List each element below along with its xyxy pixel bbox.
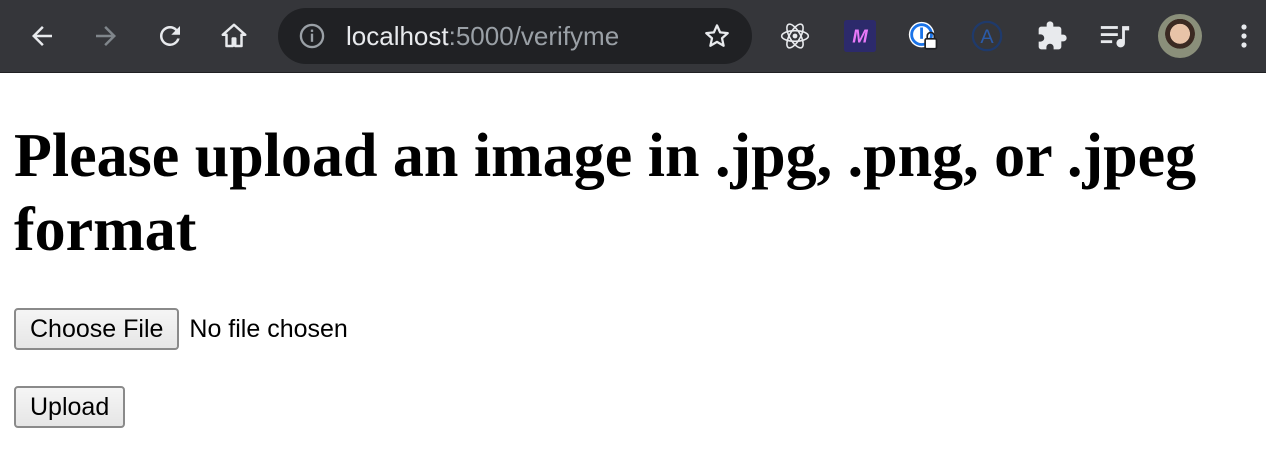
- choose-file-button[interactable]: Choose File: [14, 308, 180, 350]
- puzzle-icon[interactable]: [1035, 19, 1069, 53]
- upload-button[interactable]: Upload: [14, 386, 126, 428]
- home-icon[interactable]: [216, 18, 252, 54]
- page-heading: Please upload an image in .jpg, .png, or…: [14, 122, 1197, 264]
- url-host: localhost: [346, 21, 449, 51]
- reload-icon[interactable]: [152, 18, 188, 54]
- back-icon[interactable]: [24, 18, 60, 54]
- url-text[interactable]: localhost:5000/verifyme: [346, 21, 619, 51]
- address-bar[interactable]: localhost:5000/verifyme: [278, 8, 752, 64]
- url-path: :5000/verifyme: [448, 21, 620, 51]
- svg-text:A: A: [980, 26, 994, 48]
- extension-m-icon[interactable]: M: [843, 19, 877, 53]
- react-devtools-icon[interactable]: [778, 19, 812, 53]
- extension-a-icon[interactable]: A: [970, 19, 1004, 53]
- info-icon[interactable]: [298, 22, 326, 50]
- media-icon[interactable]: [1098, 19, 1132, 53]
- page-content: Please upload an image in .jpg, .png, or…: [0, 73, 1266, 470]
- browser-toolbar: localhost:5000/verifyme M A: [0, 0, 1266, 73]
- star-icon[interactable]: [702, 21, 732, 51]
- svg-text:M: M: [852, 26, 868, 47]
- menu-icon[interactable]: [1232, 20, 1256, 52]
- file-status-text: No file chosen: [189, 314, 348, 343]
- file-input[interactable]: Choose File No file chosen: [14, 308, 348, 350]
- avatar[interactable]: [1158, 14, 1202, 58]
- forward-icon[interactable]: [88, 18, 124, 54]
- extension-lock-icon[interactable]: [906, 19, 940, 53]
